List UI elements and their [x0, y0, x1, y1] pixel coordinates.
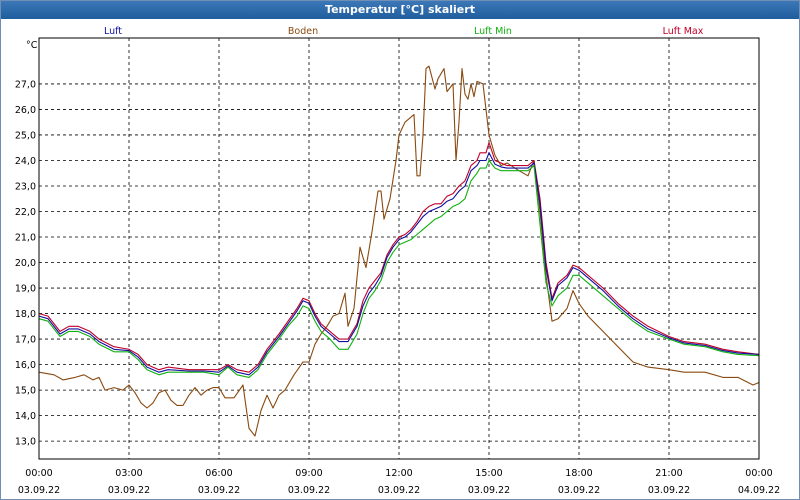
- x-tick-time: 15:00: [475, 468, 502, 479]
- x-tick-time: 03:00: [115, 468, 142, 479]
- legend-entry-luft: Luft: [104, 26, 122, 37]
- x-tick-time: 09:00: [295, 468, 322, 479]
- y-tick-label: 22,0: [15, 207, 36, 218]
- x-tick-date: 03.09.22: [108, 485, 150, 496]
- x-tick-time: 06:00: [205, 468, 232, 479]
- x-tick-time: 21:00: [655, 468, 682, 479]
- y-tick-label: 16,0: [15, 360, 36, 371]
- y-tick-label: 24,0: [15, 156, 36, 167]
- x-tick-date: 03.09.22: [198, 485, 240, 496]
- x-tick-time: 00:00: [745, 468, 772, 479]
- y-tick-label: 25,0: [15, 130, 36, 141]
- grid: [39, 38, 759, 459]
- x-tick-date: 03.09.22: [378, 485, 420, 496]
- x-tick-date: 03.09.22: [558, 485, 600, 496]
- x-tick-time: 00:00: [25, 468, 52, 479]
- y-tick-label: 21,0: [15, 233, 36, 244]
- y-axis-ticks: 13,0 14,0 15,0 16,0 17,0 18,0 19,0 20,0 21,0 22,0…: [15, 79, 36, 447]
- x-axis-ticks: 00:00 03.09.22 03:00 03.09.22 06:00 03.09.22 0…: [18, 468, 780, 496]
- y-tick-label: 19,0: [15, 284, 36, 295]
- y-tick-label: 20,0: [15, 258, 36, 269]
- y-axis-unit-label: °C: [26, 40, 38, 51]
- x-tick-date: 03.09.22: [288, 485, 330, 496]
- y-tick-label: 27,0: [15, 79, 36, 90]
- x-tick-date: 03.09.22: [18, 485, 60, 496]
- legend-entry-boden: Boden: [288, 26, 318, 37]
- y-tick-label: 23,0: [15, 181, 36, 192]
- legend: Luft Boden Luft Min Luft Max: [104, 26, 704, 37]
- y-tick-label: 18,0: [15, 309, 36, 320]
- y-tick-label: 14,0: [15, 411, 36, 422]
- temperature-chart: Luft Boden Luft Min Luft Max °C 13,0 14,0 15,…: [15, 26, 780, 496]
- y-tick-label: 13,0: [15, 437, 36, 448]
- x-tick-date: 03.09.22: [468, 485, 510, 496]
- x-tick-time: 18:00: [565, 468, 592, 479]
- legend-entry-luft-min: Luft Min: [474, 26, 512, 37]
- y-tick-label: 15,0: [15, 386, 36, 397]
- y-tick-label: 26,0: [15, 105, 36, 116]
- x-tick-date: 03.09.22: [648, 485, 690, 496]
- legend-entry-luft-max: Luft Max: [663, 26, 704, 37]
- x-tick-date: 04.09.22: [738, 485, 780, 496]
- x-tick-time: 12:00: [385, 468, 412, 479]
- y-tick-label: 17,0: [15, 335, 36, 346]
